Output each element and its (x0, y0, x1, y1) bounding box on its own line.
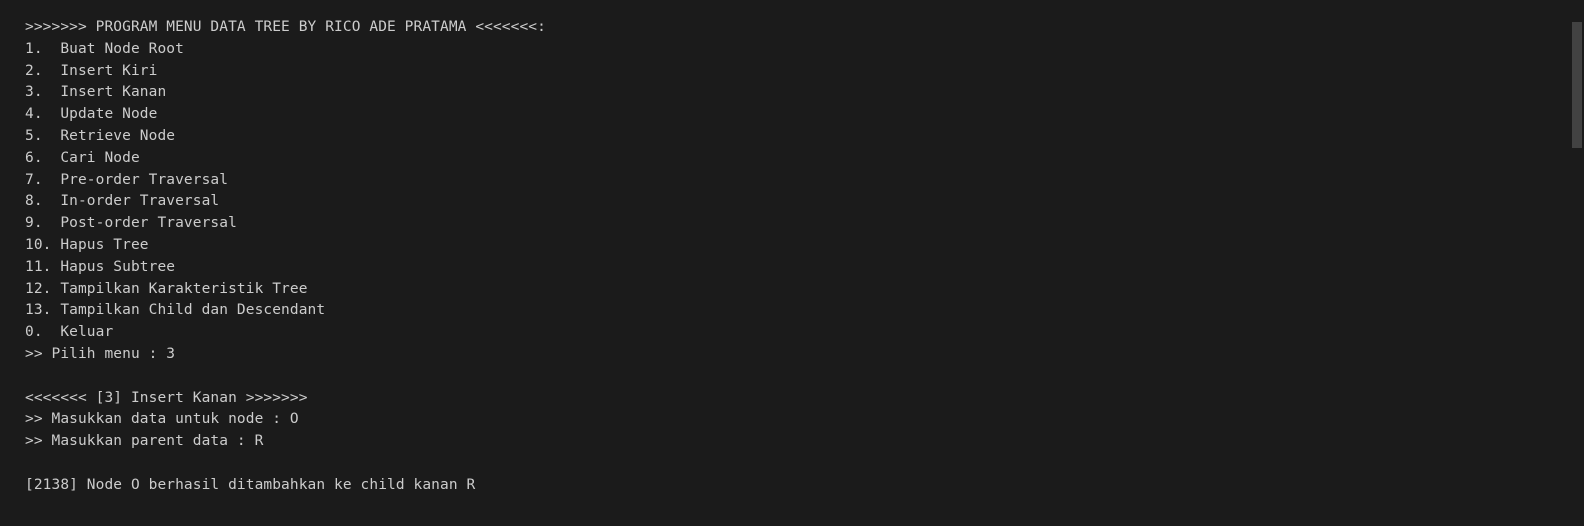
menu-item: 5. Retrieve Node (25, 127, 176, 144)
result-message: [2138] Node O berhasil ditambahkan ke ch… (25, 476, 476, 493)
node-data-prompt: >> Masukkan data untuk node : O (25, 411, 299, 428)
terminal-output: >>>>>>> PROGRAM MENU DATA TREE BY RICO A… (25, 17, 1544, 497)
menu-item: 4. Update Node (25, 106, 158, 123)
menu-choice-prompt: >> Pilih menu : 3 (25, 345, 176, 362)
menu-item: 1. Buat Node Root (25, 40, 184, 57)
section-header: <<<<<<< [3] Insert Kanan >>>>>>> (25, 389, 308, 406)
scrollbar-thumb[interactable] (1572, 22, 1582, 148)
menu-item: 0. Keluar (25, 324, 114, 341)
terminal-window[interactable]: >>>>>>> PROGRAM MENU DATA TREE BY RICO A… (0, 0, 1584, 526)
vertical-scrollbar[interactable] (1570, 0, 1584, 526)
program-header: >>>>>>> PROGRAM MENU DATA TREE BY RICO A… (25, 19, 546, 35)
menu-item: 13. Tampilkan Child dan Descendant (25, 302, 326, 319)
menu-item: 7. Pre-order Traversal (25, 171, 229, 188)
menu-item: 6. Cari Node (25, 149, 140, 166)
menu-item: 2. Insert Kiri (25, 62, 158, 79)
menu-item: 3. Insert Kanan (25, 84, 167, 101)
menu-item: 9. Post-order Traversal (25, 215, 237, 232)
parent-data-prompt: >> Masukkan parent data : R (25, 433, 264, 450)
menu-item: 8. In-order Traversal (25, 193, 220, 210)
menu-item: 11. Hapus Subtree (25, 258, 176, 275)
menu-item: 12. Tampilkan Karakteristik Tree (25, 280, 308, 297)
menu-item: 10. Hapus Tree (25, 236, 149, 253)
